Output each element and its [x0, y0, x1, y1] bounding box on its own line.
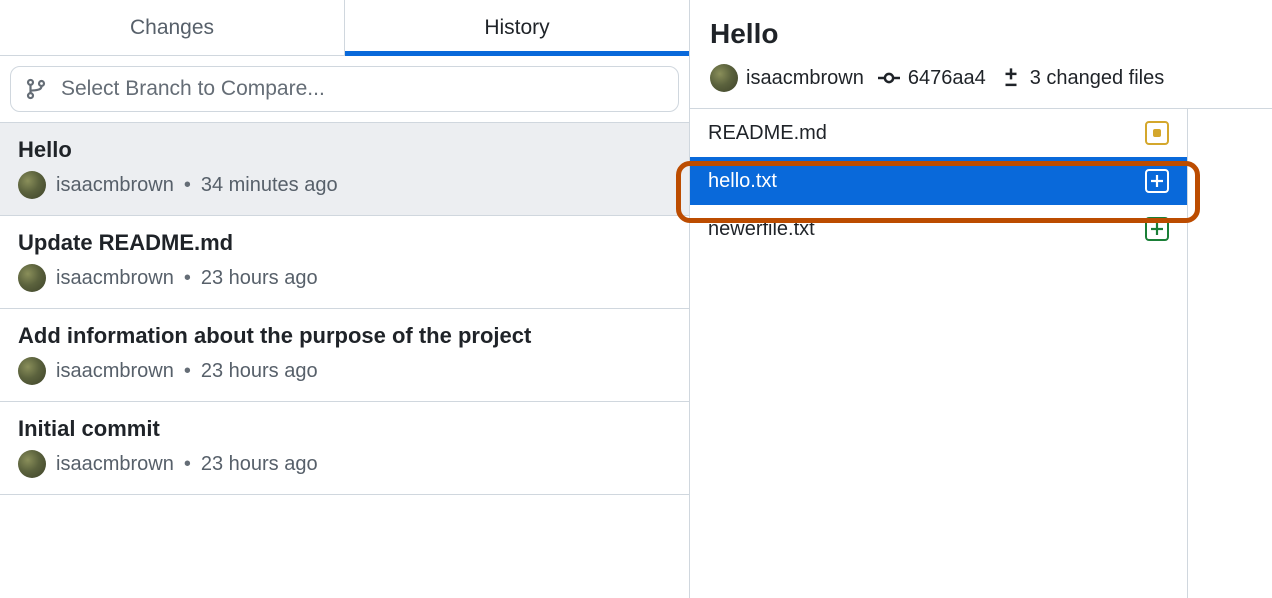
- changed-files-label: 3 changed files: [1030, 67, 1165, 90]
- commit-author: isaacmbrown: [56, 267, 174, 290]
- branch-compare-label: Select Branch to Compare...: [61, 77, 325, 101]
- file-name: README.md: [708, 122, 827, 145]
- avatar: [18, 171, 46, 199]
- commit-meta: isaacmbrown • 23 hours ago: [18, 357, 671, 385]
- avatar: [18, 264, 46, 292]
- tabs: Changes History: [0, 0, 689, 56]
- tab-history[interactable]: History: [345, 0, 689, 55]
- commit-detail-header: Hello isaacmbrown 6476aa4: [690, 0, 1272, 109]
- file-name: hello.txt: [708, 170, 777, 193]
- avatar: [18, 357, 46, 385]
- branch-compare-bar: Select Branch to Compare...: [0, 56, 689, 123]
- diff-icon: [1000, 67, 1022, 89]
- commit-item[interactable]: Initial commit isaacmbrown • 23 hours ag…: [0, 402, 689, 495]
- tab-changes[interactable]: Changes: [0, 0, 344, 55]
- commit-list: Hello isaacmbrown • 34 minutes ago Updat…: [0, 123, 689, 598]
- commit-author: isaacmbrown: [56, 174, 174, 197]
- separator-dot: •: [184, 267, 191, 290]
- left-pane: Changes History Select Branch to Compare…: [0, 0, 690, 598]
- commit-meta: isaacmbrown • 23 hours ago: [18, 450, 671, 478]
- avatar: [710, 64, 738, 92]
- diff-modified-icon: [1145, 121, 1169, 145]
- avatar: [18, 450, 46, 478]
- commit-detail-author: isaacmbrown: [746, 67, 864, 90]
- commit-meta: isaacmbrown • 34 minutes ago: [18, 171, 671, 199]
- commit-sha: 6476aa4: [908, 67, 986, 90]
- commit-title: Update README.md: [18, 230, 671, 256]
- commit-time: 23 hours ago: [201, 267, 318, 290]
- right-pane: Hello isaacmbrown 6476aa4: [690, 0, 1272, 598]
- branch-compare-button[interactable]: Select Branch to Compare...: [10, 66, 679, 112]
- file-name: newerfile.txt: [708, 218, 815, 241]
- commit-title: Hello: [18, 137, 671, 163]
- file-row[interactable]: newerfile.txt: [690, 205, 1187, 253]
- commit-author: isaacmbrown: [56, 453, 174, 476]
- commit-detail-title: Hello: [710, 18, 1252, 50]
- file-row[interactable]: README.md: [690, 109, 1187, 157]
- commit-time: 34 minutes ago: [201, 174, 338, 197]
- git-branch-icon: [25, 78, 47, 100]
- commit-icon: [878, 67, 900, 89]
- separator-dot: •: [184, 453, 191, 476]
- commit-detail-meta: isaacmbrown 6476aa4: [710, 64, 1252, 92]
- commit-time: 23 hours ago: [201, 453, 318, 476]
- file-row[interactable]: hello.txt: [690, 157, 1187, 205]
- diff-added-icon: [1145, 217, 1169, 241]
- commit-item[interactable]: Add information about the purpose of the…: [0, 309, 689, 402]
- changed-files-list: README.md hello.txt newerfile.txt: [690, 109, 1188, 598]
- separator-dot: •: [184, 360, 191, 383]
- commit-author: isaacmbrown: [56, 360, 174, 383]
- commit-time: 23 hours ago: [201, 360, 318, 383]
- commit-title: Add information about the purpose of the…: [18, 323, 671, 349]
- commit-item[interactable]: Update README.md isaacmbrown • 23 hours …: [0, 216, 689, 309]
- separator-dot: •: [184, 174, 191, 197]
- diff-added-icon: [1145, 169, 1169, 193]
- commit-meta: isaacmbrown • 23 hours ago: [18, 264, 671, 292]
- commit-title: Initial commit: [18, 416, 671, 442]
- commit-item[interactable]: Hello isaacmbrown • 34 minutes ago: [0, 123, 689, 216]
